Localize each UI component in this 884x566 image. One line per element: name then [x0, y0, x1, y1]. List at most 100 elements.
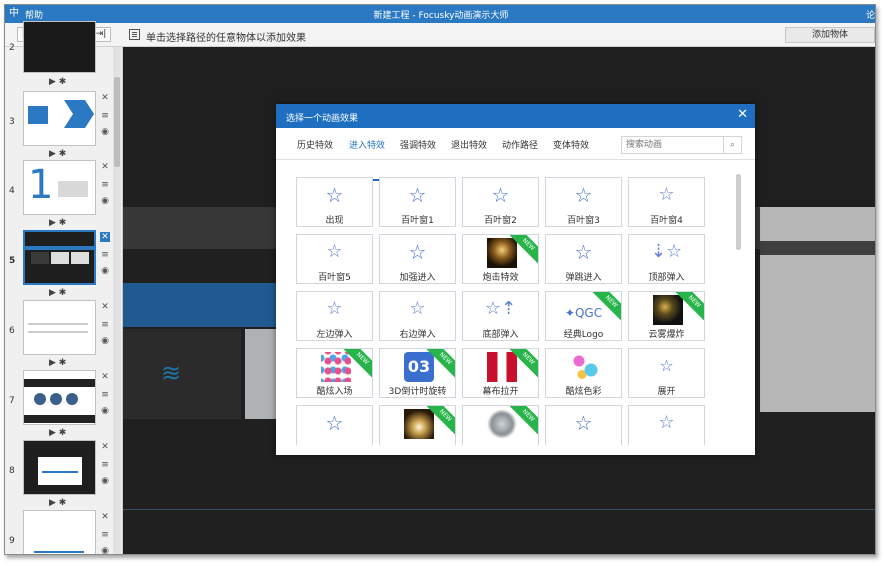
delete-slide-icon[interactable]: ✕ [100, 232, 110, 242]
star-bounce-icon: ☆ [326, 298, 343, 319]
forum-link[interactable]: 论 [866, 8, 875, 21]
delete-slide-icon[interactable]: ✕ [100, 442, 110, 452]
star-icon: ☆ [325, 411, 344, 435]
countdown-cube-icon: 03 [404, 352, 434, 382]
tab-motion-path[interactable]: 动作路径 [502, 138, 538, 151]
effect-item[interactable]: NEW 幕布拉开 [462, 348, 539, 398]
delete-slide-icon[interactable]: ✕ [100, 372, 110, 382]
star-bounce-icon: ☆ [409, 298, 426, 319]
effect-label: 幕布拉开 [482, 387, 519, 397]
star-icon: ☆ [326, 241, 343, 262]
effect-label: 弹跳进入 [565, 273, 602, 283]
effect-item[interactable]: ☆ 百叶窗5 [296, 234, 373, 284]
delete-slide-icon[interactable]: ✕ [100, 162, 110, 172]
effect-grid-scrollbar[interactable] [736, 174, 741, 250]
slide-item[interactable]: 4 1 ▶ ✱ ✕ ≡ ◉ [5, 160, 121, 232]
visibility-icon[interactable]: ◉ [100, 266, 110, 276]
slide-item[interactable]: 9 ✕ ≡ ◉ [5, 510, 121, 554]
slide-item[interactable]: 7 ▶ ✱ ✕ ≡ ◉ [5, 370, 121, 442]
slide-thumbnail[interactable] [23, 510, 96, 554]
slide-menu-icon[interactable]: ≡ [100, 250, 110, 260]
slide-menu-icon[interactable]: ≡ [100, 111, 110, 121]
effect-item[interactable]: ⇣☆ 顶部弹入 [628, 234, 705, 284]
slide-thumbnail[interactable] [23, 300, 96, 355]
effect-item[interactable]: NEW 酷炫入场 [296, 348, 373, 398]
effect-item[interactable]: ☆ 百叶窗4 [628, 177, 705, 227]
fireworks-preview-icon [487, 238, 517, 268]
slide-number: 8 [9, 466, 15, 476]
effect-item[interactable]: NEW 炮击特效 [462, 234, 539, 284]
slide-thumbnail[interactable]: 1 [23, 160, 96, 215]
search-input[interactable] [622, 137, 723, 153]
slide-thumbnail[interactable] [23, 440, 96, 495]
slide-play-settings[interactable]: ▶ ✱ [49, 498, 66, 508]
delete-slide-icon[interactable]: ✕ [100, 302, 110, 312]
slide-menu-icon[interactable]: ≡ [100, 530, 110, 540]
slide-menu-icon[interactable]: ≡ [100, 320, 110, 330]
visibility-icon[interactable]: ◉ [100, 196, 110, 206]
effect-item[interactable]: ☆ [296, 405, 373, 445]
slide-item[interactable]: 8 ▶ ✱ ✕ ≡ ◉ [5, 440, 121, 512]
slide-menu-icon[interactable]: ≡ [100, 180, 110, 190]
effect-label: 底部弹入 [482, 330, 519, 340]
slide-item[interactable]: 6 ▶ ✱ ✕ ≡ ◉ [5, 300, 121, 372]
slide-thumbnail[interactable] [23, 21, 96, 73]
effect-item[interactable]: NEW [462, 405, 539, 445]
tab-history[interactable]: 历史特效 [297, 138, 333, 151]
effect-item[interactable]: ☆ [545, 405, 622, 445]
effect-item[interactable]: ☆ [628, 405, 705, 445]
star-icon: ☆ [659, 356, 674, 375]
effect-item[interactable]: ☆ 加强进入 [379, 234, 456, 284]
visibility-icon[interactable]: ◉ [100, 476, 110, 486]
star-icon: ☆ [491, 183, 510, 207]
effect-item[interactable]: ☆ 百叶窗1 [379, 177, 456, 227]
delete-slide-icon[interactable]: ✕ [100, 512, 110, 522]
tab-emphasis[interactable]: 强调特效 [400, 138, 436, 151]
effect-item[interactable]: 酷炫色彩 [545, 348, 622, 398]
visibility-icon[interactable]: ◉ [100, 336, 110, 346]
slide-item[interactable]: 5 ▶ ✱ ✕ ≡ ◉ [5, 230, 121, 302]
slide-play-settings[interactable]: ▶ ✱ [49, 149, 66, 159]
slide-play-settings[interactable]: ▶ ✱ [49, 428, 66, 438]
effect-item[interactable]: ☆ 出现 [296, 177, 373, 227]
slide-thumbnail[interactable] [23, 91, 96, 146]
sparkle-preview-icon [404, 409, 434, 439]
effect-item[interactable]: ☆ 展开 [628, 348, 705, 398]
effect-item[interactable]: ✦QGC NEW 经典Logo [545, 291, 622, 341]
effect-label: 加强进入 [399, 273, 436, 283]
tab-exit[interactable]: 退出特效 [451, 138, 487, 151]
slide-panel-scrollbar[interactable] [113, 47, 121, 554]
effect-item[interactable]: ☆ 左边弹入 [296, 291, 373, 341]
visibility-icon[interactable]: ◉ [100, 406, 110, 416]
scrollbar-thumb[interactable] [114, 77, 120, 167]
effect-item[interactable]: ☆ 弹跳进入 [545, 234, 622, 284]
slide-number: 3 [9, 117, 15, 127]
effect-item[interactable]: NEW [379, 405, 456, 445]
visibility-icon[interactable]: ◉ [100, 546, 110, 554]
search-icon[interactable]: ⌕ [723, 137, 741, 153]
effect-item[interactable]: NEW 云雾爆炸 [628, 291, 705, 341]
add-object-button[interactable]: 添加物体 [785, 27, 875, 43]
effect-item[interactable]: ☆ 百叶窗2 [462, 177, 539, 227]
slide-menu-icon[interactable]: ≡ [100, 460, 110, 470]
slide-menu-icon[interactable]: ≡ [100, 390, 110, 400]
slide-thumbnail[interactable] [23, 370, 96, 425]
slide-play-settings[interactable]: ▶ ✱ [49, 358, 66, 368]
slide-item[interactable]: 3 ▶ ✱ ✕ ≡ ◉ [5, 91, 121, 163]
effect-label: 3D倒计时旋转 [388, 387, 447, 397]
effect-item[interactable]: ☆ 百叶窗3 [545, 177, 622, 227]
slide-play-settings[interactable]: ▶ ✱ [49, 77, 66, 87]
effect-item[interactable]: ☆⇡ 底部弹入 [462, 291, 539, 341]
effect-label: 酷炫色彩 [565, 387, 602, 397]
tab-entrance[interactable]: 进入特效 [349, 138, 385, 151]
effect-item[interactable]: ☆ 右边弹入 [379, 291, 456, 341]
slide-panel: 2 ▶ ✱ 3 ▶ ✱ ✕ ≡ ◉ 4 1 ▶ ✱ ✕ ≡ ◉ 5 ▶ ✱ ✕ … [5, 21, 123, 554]
slide-thumbnail[interactable] [23, 230, 96, 285]
visibility-icon[interactable]: ◉ [100, 127, 110, 137]
close-icon[interactable]: ✕ [737, 108, 748, 122]
tab-morph[interactable]: 变体特效 [553, 138, 589, 151]
slide-play-settings[interactable]: ▶ ✱ [49, 218, 66, 228]
slide-play-settings[interactable]: ▶ ✱ [49, 288, 66, 298]
delete-slide-icon[interactable]: ✕ [100, 93, 110, 103]
effect-item[interactable]: 03 NEW 3D倒计时旋转 [379, 348, 456, 398]
